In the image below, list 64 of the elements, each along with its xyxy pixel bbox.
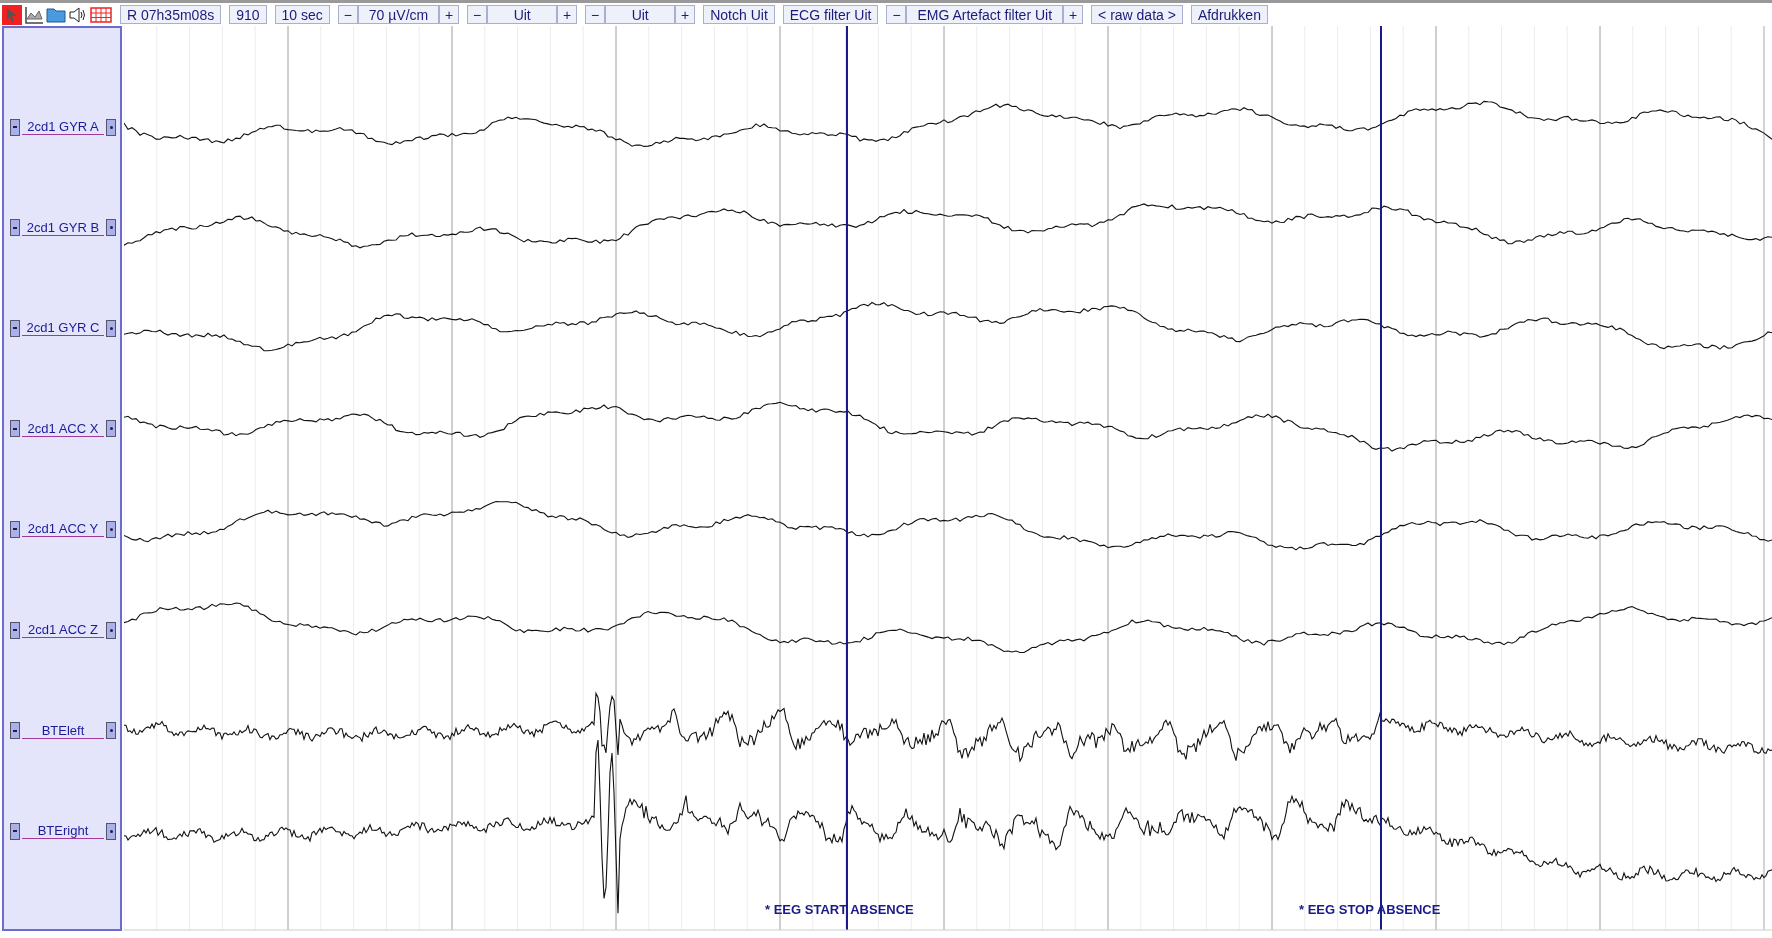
collapse-button[interactable] — [10, 420, 20, 438]
stepper-value: 70 µV/cm — [357, 5, 440, 24]
dot-icon — [109, 427, 113, 431]
collapse-button[interactable] — [10, 722, 20, 740]
dot-icon — [109, 226, 113, 230]
dot-icon — [109, 326, 113, 330]
expand-button[interactable] — [106, 118, 116, 136]
minus-icon — [13, 126, 17, 128]
collapse-button[interactable] — [10, 118, 20, 136]
stepper-value: Uit — [487, 5, 558, 24]
channel-label[interactable]: 2cd1 GYR B — [22, 219, 104, 236]
stepper-value: Uit — [605, 5, 676, 24]
expand-button[interactable] — [106, 520, 116, 538]
toolbar-readout: R 07h35m08s — [120, 5, 222, 24]
expand-button[interactable] — [106, 822, 116, 840]
dot-icon — [109, 829, 113, 833]
toolbar-readout: 910 — [229, 5, 267, 24]
dot-icon — [109, 527, 113, 531]
collapse-button[interactable] — [10, 822, 20, 840]
expand-button[interactable] — [106, 319, 116, 337]
stepper-value: EMG Artefact filter Uit — [906, 5, 1064, 24]
expand-button[interactable] — [106, 621, 116, 639]
decrease-button[interactable]: − — [337, 5, 358, 24]
grid-icon[interactable] — [90, 4, 112, 25]
minus-icon — [13, 629, 17, 631]
channel-label[interactable]: 2cd1 GYR C — [22, 320, 104, 337]
expand-button[interactable] — [106, 722, 116, 740]
increase-button[interactable]: + — [557, 5, 578, 24]
channel-label[interactable]: 2cd1 ACC Y — [22, 521, 104, 538]
minus-icon — [13, 226, 17, 229]
minus-icon — [13, 729, 17, 732]
channel-label[interactable]: BTEright — [22, 823, 104, 840]
channel-label[interactable]: 2cd1 GYR A — [22, 119, 104, 135]
toolbar-button[interactable]: ECG filter Uit — [782, 5, 879, 24]
cursor-icon[interactable] — [2, 4, 22, 25]
channel-label[interactable]: 2cd1 ACC X — [22, 420, 104, 437]
collapse-button[interactable] — [10, 319, 20, 337]
channel-label[interactable]: BTEleft — [22, 722, 104, 739]
toolbar-button[interactable]: Afdrukken — [1190, 5, 1268, 24]
toolbar-button[interactable]: Notch Uit — [703, 5, 775, 24]
dot-icon — [109, 125, 113, 129]
increase-button[interactable]: + — [1063, 5, 1084, 24]
channel-label[interactable]: 2cd1 ACC Z — [22, 622, 104, 638]
minus-icon — [13, 830, 17, 833]
toolbar-button[interactable]: < raw data > — [1091, 5, 1183, 24]
minus-icon — [13, 427, 17, 430]
collapse-button[interactable] — [10, 520, 20, 538]
toolbar-readout: 10 sec — [274, 5, 330, 24]
decrease-button[interactable]: − — [585, 5, 606, 24]
dot-icon — [109, 729, 113, 733]
dot-icon — [109, 628, 113, 632]
minus-icon — [13, 327, 17, 330]
collapse-button[interactable] — [10, 219, 20, 237]
expand-button[interactable] — [106, 420, 116, 438]
increase-button[interactable]: + — [439, 5, 460, 24]
marker-label: * EEG START ABSENCE — [765, 902, 914, 917]
minus-icon — [13, 528, 17, 531]
decrease-button[interactable]: − — [467, 5, 488, 24]
expand-button[interactable] — [106, 219, 116, 237]
increase-button[interactable]: + — [675, 5, 696, 24]
chart-icon[interactable] — [24, 4, 44, 25]
collapse-button[interactable] — [10, 621, 20, 639]
speaker-icon[interactable] — [68, 4, 88, 25]
decrease-button[interactable]: − — [886, 5, 907, 24]
